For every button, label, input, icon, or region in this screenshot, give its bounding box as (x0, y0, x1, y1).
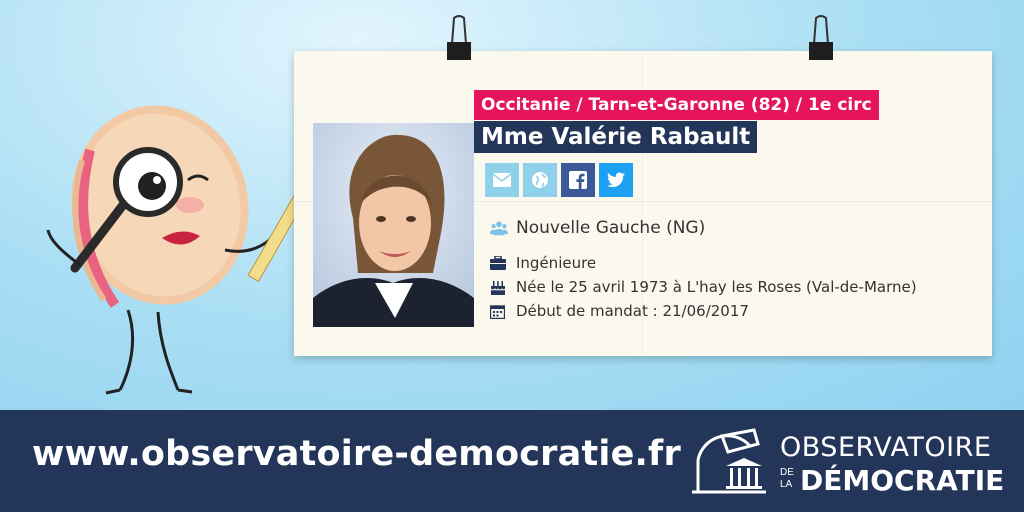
group-icon (490, 220, 508, 236)
constituency-label: Occitanie / Tarn-et-Garonne (82) / 1e ci… (474, 90, 879, 120)
website-button[interactable] (523, 163, 557, 197)
email-button[interactable] (485, 163, 519, 197)
facebook-button[interactable] (561, 163, 595, 197)
mandate-label: Début de mandat : 21/06/2017 (516, 302, 749, 320)
profession-label: Ingénieure (516, 254, 597, 272)
logo-la-text: LA (780, 479, 793, 490)
email-icon (493, 173, 511, 187)
birth-label: Née le 25 avril 1973 à L'hay les Roses (… (516, 278, 917, 296)
logo-democratie-text: DÉMOCRATIE (800, 464, 1005, 497)
twitter-button[interactable] (599, 163, 633, 197)
logo-de-text: DE (780, 467, 794, 478)
binder-clip-right (809, 15, 833, 60)
facebook-icon (569, 171, 587, 189)
observatory-icon (692, 428, 766, 494)
calendar-icon (490, 304, 508, 319)
birthday-cake-icon (490, 279, 508, 295)
twitter-icon (607, 172, 625, 188)
website-url-link[interactable]: www.observatoire-democratie.fr (32, 434, 681, 474)
birth-row: Née le 25 avril 1973 à L'hay les Roses (… (490, 278, 917, 296)
macaron-mascot-illustration (46, 105, 340, 395)
party-row: Nouvelle Gauche (NG) (490, 218, 705, 238)
logo-observatoire-text: OBSERVATOIRE (780, 432, 992, 463)
observatoire-logo: OBSERVATOIRE DE LA DÉMOCRATIE (692, 424, 1005, 500)
profession-row: Ingénieure (490, 254, 596, 272)
deputy-portrait (313, 123, 474, 327)
mandate-row: Début de mandat : 21/06/2017 (490, 302, 749, 320)
globe-icon (532, 172, 548, 188)
briefcase-icon (490, 256, 508, 270)
party-label: Nouvelle Gauche (NG) (516, 218, 706, 238)
binder-clip-left (447, 15, 471, 60)
deputy-name: Mme Valérie Rabault (474, 121, 758, 153)
